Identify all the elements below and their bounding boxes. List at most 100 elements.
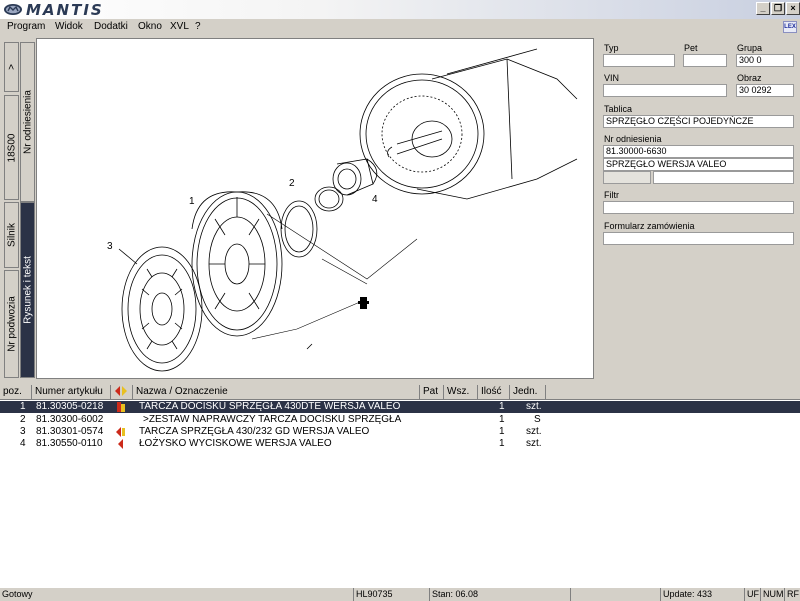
filtr-field[interactable] [603, 201, 794, 214]
restore-button[interactable]: ❐ [771, 2, 785, 15]
marker-red-yellow-icon [116, 427, 125, 437]
tab-nr-podwozia-label: Nr podwozia [6, 296, 17, 352]
row-num: 81.30300-6002 [36, 414, 104, 425]
col-wsz[interactable]: Wsz. [444, 385, 478, 400]
tab-nr-odniesienia[interactable]: Nr odniesienia [20, 42, 35, 202]
col-numer[interactable]: Numer artykułu [32, 385, 111, 400]
tab-silnik[interactable]: Silnik [4, 202, 19, 268]
col-marker[interactable] [111, 385, 133, 400]
callout-2: 2 [289, 178, 295, 189]
row-qty: 1 [499, 401, 505, 412]
vin-label: VIN [604, 73, 620, 83]
col-filler [546, 385, 800, 400]
tab-expand[interactable]: > [4, 42, 19, 92]
row-name: TARCZA DOCISKU SPRZĘGŁA 430DTE WERSJA VA… [139, 401, 401, 412]
clutch-housing [359, 48, 578, 200]
nr-odniesienia-desc: SPRZĘGŁO WERSJA VALEO [603, 158, 794, 171]
row-poz: 2 [20, 414, 26, 425]
col-jedn[interactable]: Jedn. [510, 385, 546, 400]
nr-extra-1 [603, 171, 651, 184]
nr-odniesienia-label: Nr odniesienia [604, 134, 662, 144]
tab-18s00-label: 18S00 [6, 133, 17, 162]
title-bar: MANTIS _ ❐ × [0, 0, 800, 19]
menu-help[interactable]: ? [195, 21, 201, 32]
row-unit: S [534, 414, 541, 425]
tab-nr-podwozia[interactable]: Nr podwozia [4, 270, 19, 378]
row-unit: szt. [526, 438, 542, 449]
row-unit: szt. [526, 426, 542, 437]
pet-field[interactable] [683, 54, 727, 67]
formularz-field[interactable] [603, 232, 794, 245]
status-bar: Gotowy HL90735 Stan: 06.08 Update: 433 U… [0, 587, 800, 601]
col-nazwa[interactable]: Nazwa / Oznaczenie [133, 385, 420, 400]
table-row[interactable]: 1 81.30305-0218 TARCZA DOCISKU SPRZĘGŁA … [0, 401, 800, 413]
spring-ring [280, 186, 344, 258]
tab-silnik-label: Silnik [6, 223, 17, 247]
row-qty: 1 [499, 438, 505, 449]
filtr-label: Filtr [604, 190, 619, 200]
nr-odniesienia-field[interactable]: 81.30000-6630 [603, 145, 794, 158]
status-extra [570, 588, 573, 601]
tab-rysunek-i-tekst[interactable]: Rysunek i tekst [20, 202, 35, 378]
row-name: >ZESTAW NAPRAWCZY TARCZA DOCISKU SPRZĘGŁ… [143, 414, 402, 425]
clutch-disc [121, 246, 203, 372]
row-name: TARCZA SPRZĘGŁA 430/232 GD WERSJA VALEO [139, 426, 370, 437]
status-stan: Stan: 06.08 [429, 588, 478, 601]
lex-badge-icon[interactable]: LEX [783, 21, 797, 33]
row-num: 81.30301-0574 [36, 426, 104, 437]
menu-bar: Program Widok Dodatki Okno XVL ? LEX [0, 19, 800, 34]
status-update: Update: 433 [660, 588, 712, 601]
row-unit: szt. [526, 401, 542, 412]
status-rf: RF [784, 588, 799, 601]
pressure-plate [191, 191, 283, 337]
table-row[interactable]: 3 81.30301-0574 TARCZA SPRZĘGŁA 430/232 … [0, 426, 800, 438]
col-pat[interactable]: Pat [420, 385, 444, 400]
row-qty: 1 [499, 414, 505, 425]
tab-nr-odniesienia-label: Nr odniesienia [22, 90, 33, 154]
man-logo-icon [4, 4, 22, 15]
release-bearing [332, 158, 378, 196]
col-poz[interactable]: poz. [0, 385, 32, 400]
parts-table: poz. Numer artykułu Nazwa / Oznaczenie P… [0, 385, 800, 587]
marker-red-icon [118, 439, 123, 449]
formularz-label: Formularz zamówienia [604, 221, 695, 231]
pet-label: Pet [684, 43, 698, 53]
menu-widok[interactable]: Widok [55, 21, 83, 32]
nr-extra-2 [653, 171, 794, 184]
obraz-label: Obraz [737, 73, 762, 83]
menu-xvl[interactable]: XVL [170, 21, 189, 32]
status-num: NUM [760, 588, 784, 601]
tab-rysunek-label: Rysunek i tekst [22, 256, 33, 324]
status-ready: Gotowy [2, 589, 33, 599]
menu-dodatki[interactable]: Dodatki [94, 21, 128, 32]
bolt-part [358, 297, 369, 309]
close-button[interactable]: × [786, 2, 800, 15]
exploded-drawing[interactable]: 3 2 4 1 [36, 38, 594, 379]
callout-3: 3 [107, 241, 113, 252]
table-header: poz. Numer artykułu Nazwa / Oznaczenie P… [0, 385, 800, 400]
table-row[interactable]: 2 81.30300-6002 >ZESTAW NAPRAWCZY TARCZA… [0, 414, 800, 426]
row-qty: 1 [499, 426, 505, 437]
menu-okno[interactable]: Okno [138, 21, 162, 32]
status-uf: UF [744, 588, 759, 601]
tab-expand-label: > [6, 64, 17, 70]
row-num: 81.30305-0218 [36, 401, 104, 412]
vin-field[interactable] [603, 84, 727, 97]
menu-program[interactable]: Program [7, 21, 45, 32]
row-poz: 4 [20, 438, 26, 449]
col-ilosc[interactable]: Ilość [478, 385, 510, 400]
row-poz: 3 [20, 426, 26, 437]
grupa-field[interactable]: 300 0 [736, 54, 794, 67]
callout-1: 1 [189, 196, 195, 207]
clutch-diagram: 3 2 4 1 [107, 48, 578, 372]
typ-field[interactable] [603, 54, 675, 67]
callout-4: 4 [372, 194, 378, 205]
tab-18s00[interactable]: 18S00 [4, 95, 19, 200]
obraz-field[interactable]: 30 0292 [736, 84, 794, 97]
app-title: MANTIS [26, 1, 104, 19]
tablica-field[interactable]: SPRZĘGŁO CZĘŚCI POJEDYŃCZE [603, 115, 794, 128]
row-num: 81.30550-0110 [36, 438, 103, 449]
minimize-button[interactable]: _ [756, 2, 770, 15]
table-row[interactable]: 4 81.30550-0110 ŁOŻYSKO WYCISKOWE WERSJA… [0, 438, 800, 450]
row-name: ŁOŻYSKO WYCISKOWE WERSJA VALEO [139, 438, 332, 449]
